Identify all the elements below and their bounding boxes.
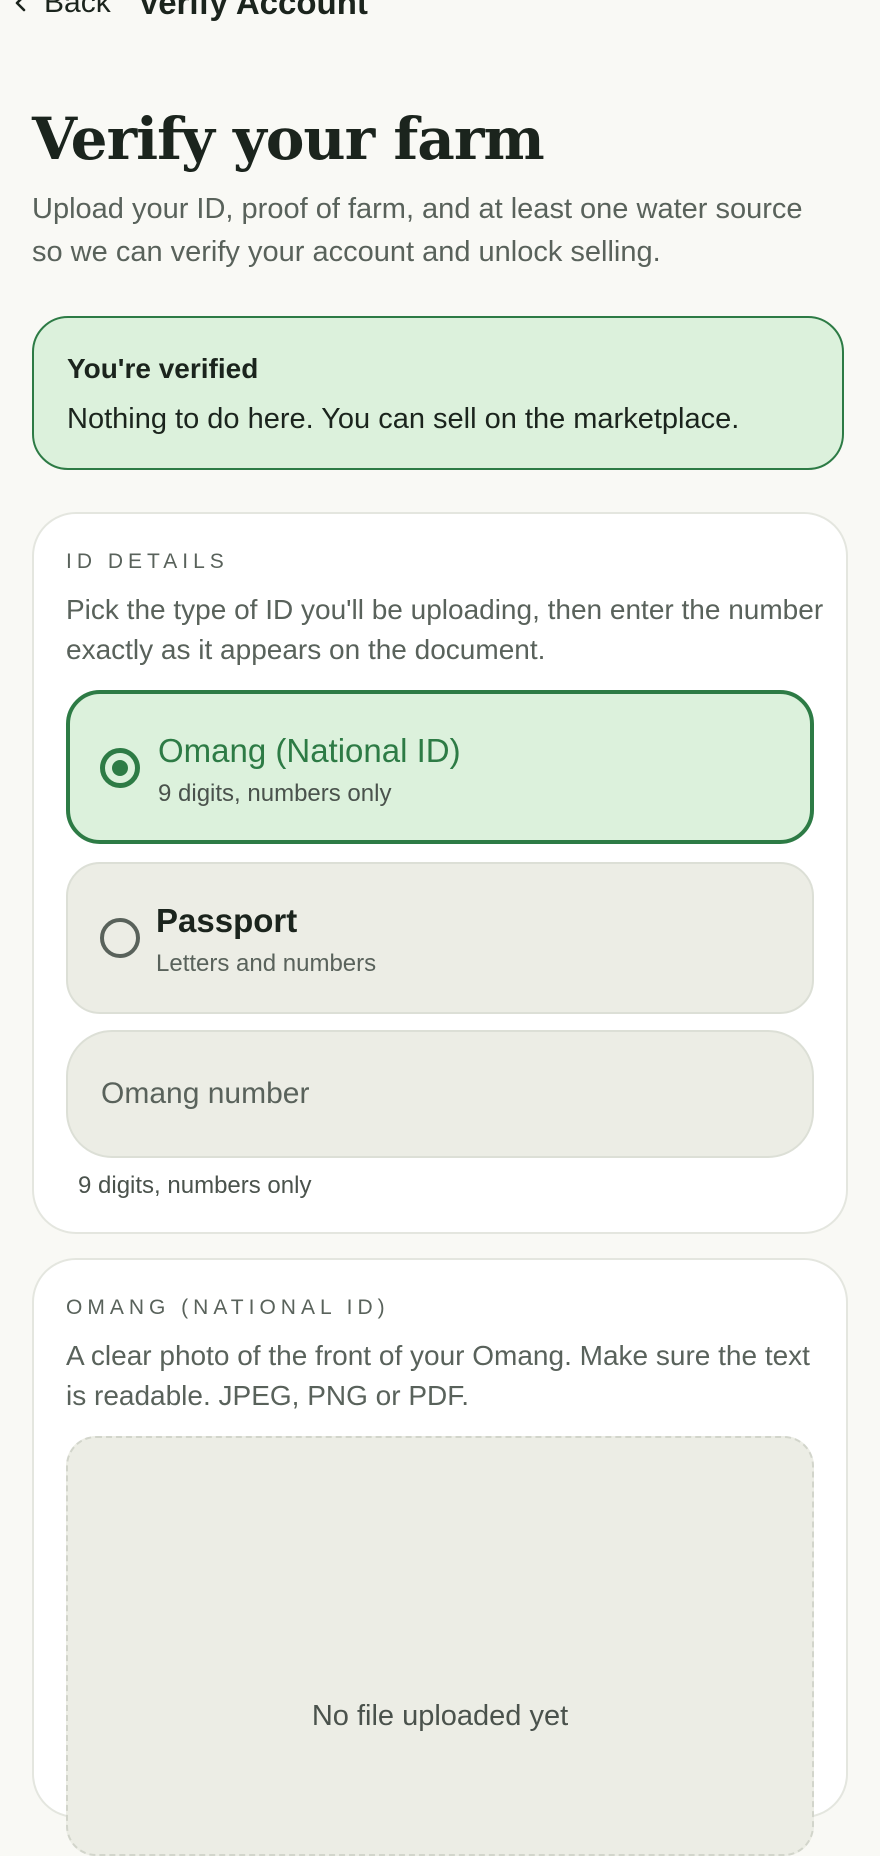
radio-unselected-icon[interactable] [100,918,140,958]
radio-selected-icon[interactable] [100,748,140,788]
top-app-bar: Back Verify Account [0,0,880,40]
verified-status-message: Nothing to do here. You can sell on the … [67,403,740,435]
verified-status-banner: You're verified Nothing to do here. You … [32,316,844,470]
page-title: Verify your farm [32,105,545,173]
id-type-option-title: Passport [156,902,298,939]
omang-upload-card: OMANG (NATIONAL ID) A clear photo of the… [32,1258,848,1856]
page-subtitle: Upload your ID, proof of farm, and at le… [32,193,803,268]
omang-upload-description: A clear photo of the front of your Omang… [66,1340,810,1411]
id-type-option-hint: Letters and numbers [156,950,377,977]
id-type-option-title: Omang (National ID) [158,732,461,769]
back-label: Back [44,0,111,19]
verified-status-title: You're verified [67,353,259,384]
id-details-card: ID DETAILS Pick the type of ID you'll be… [32,512,848,1234]
omang-upload-label: OMANG (NATIONAL ID) [66,1296,390,1319]
id-type-option-omang[interactable]: Omang (National ID) 9 digits, numbers on… [66,690,814,844]
screen-title: Verify Account [138,0,368,21]
id-details-description: Pick the type of ID you'll be uploading,… [66,594,824,665]
chevron-left-icon [15,0,26,12]
upload-empty-text: No file uploaded yet [311,1700,569,1732]
id-details-label: ID DETAILS [66,550,229,573]
back-button[interactable]: Back [12,0,111,20]
omang-upload-dropzone[interactable]: No file uploaded yet [66,1436,814,1856]
id-type-option-hint: 9 digits, numbers only [158,780,392,807]
id-type-option-passport[interactable]: Passport Letters and numbers [66,862,814,1014]
omang-number-helper: 9 digits, numbers only [78,1172,312,1199]
omang-number-input[interactable] [66,1030,814,1158]
